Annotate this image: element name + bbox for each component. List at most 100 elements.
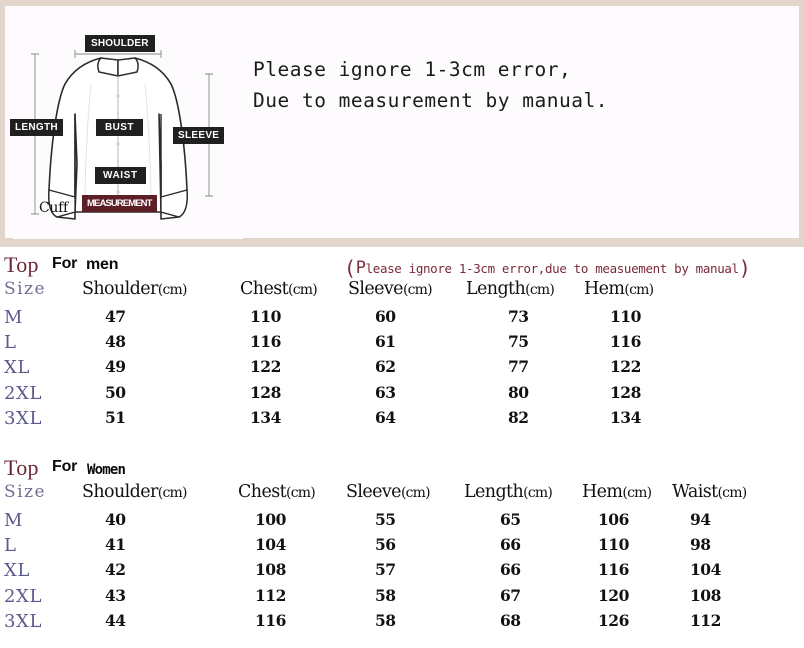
women-header-chest: Chest(cm)	[238, 482, 316, 502]
diagram-label-bust-text: BUST	[105, 122, 134, 133]
men-row-3-hem: 128	[610, 382, 641, 402]
men-row-1-length: 75	[508, 332, 529, 352]
diagram-label-length: LENGTH	[10, 119, 63, 136]
women-row-2-chest: 108	[255, 560, 286, 580]
men-header-size: Size	[4, 279, 47, 299]
women-row-2-size: XL	[4, 560, 30, 582]
men-row-0-hem: 110	[610, 307, 641, 326]
table-row: 3XL 44 116 58 68 126 112	[0, 611, 804, 636]
diagram-label-cuff: Cuff	[39, 200, 68, 216]
women-row-1-shoulder: 41	[105, 535, 126, 555]
diagram-label-measurement: MEASUREMENT	[82, 195, 157, 212]
men-row-1-shoulder: 48	[105, 332, 126, 352]
men-header-note: (Please ignore 1-3cm error,due to measue…	[344, 256, 751, 280]
diagram-label-length-text: LENGTH	[15, 122, 58, 133]
women-row-4-length: 68	[500, 610, 521, 630]
women-row-2-waist: 104	[690, 560, 721, 580]
diagram-label-cuff-text: Cuff	[39, 200, 68, 216]
men-column-headers: Size Shoulder(cm) Chest(cm) Sleeve(cm) L…	[0, 279, 804, 307]
men-header-shoulder: Shoulder(cm)	[82, 279, 187, 299]
diagram-label-waist-text: WAIST	[103, 170, 138, 181]
women-row-0-length: 65	[500, 510, 521, 529]
women-header-length-unit: (cm)	[523, 485, 553, 501]
women-row-1-length: 66	[500, 535, 521, 555]
note-open-paren: (	[344, 256, 356, 280]
men-row-4-hem: 134	[610, 407, 641, 427]
size-tables-area: Top For men (Please ignore 1-3cm error,d…	[0, 247, 804, 648]
men-row-2-sleeve: 62	[375, 357, 396, 377]
men-header-hem-label: Hem	[584, 279, 625, 299]
women-row-2-hem: 116	[598, 560, 629, 580]
women-row-4-chest: 116	[255, 610, 286, 630]
women-row-0-chest: 100	[255, 510, 286, 529]
women-row-1-sleeve: 56	[375, 535, 396, 555]
women-row-4-waist: 112	[690, 610, 721, 630]
men-row-2-length: 77	[508, 357, 529, 377]
men-header-chest-unit: (cm)	[288, 282, 318, 298]
men-row-1-chest: 116	[250, 332, 281, 352]
women-header-sleeve: Sleeve(cm)	[346, 482, 431, 502]
women-header-chest-unit: (cm)	[286, 485, 316, 501]
women-row-3-shoulder: 43	[105, 585, 126, 605]
men-header-length-unit: (cm)	[525, 282, 555, 298]
men-header-length-label: Length	[466, 279, 526, 299]
women-row-4-sleeve: 58	[375, 610, 396, 630]
women-header-hem-unit: (cm)	[622, 485, 652, 501]
women-header-chest-label: Chest	[238, 482, 287, 502]
women-row-1-size: L	[4, 535, 17, 557]
men-data-rows: M 47 110 60 73 110 L 48 116 61 75 116 XL…	[0, 307, 804, 433]
men-row-4-chest: 134	[250, 407, 281, 427]
table-row: 3XL 51 134 64 82 134	[0, 408, 804, 433]
notice-line-2: Due to measurement by manual.	[253, 89, 608, 112]
women-row-3-length: 67	[500, 585, 521, 605]
men-header-hem: Hem(cm)	[584, 279, 654, 299]
women-header-length: Length(cm)	[464, 482, 553, 502]
women-header-waist-unit: (cm)	[717, 485, 748, 501]
diagram-label-sleeve: SLEEVE	[173, 127, 225, 144]
note-close-paren: )	[738, 256, 751, 280]
women-column-headers: Size Shoulder(cm) Chest(cm) Sleeve(cm) L…	[0, 482, 804, 510]
men-row-2-shoulder: 49	[105, 357, 126, 377]
women-row-0-shoulder: 40	[105, 510, 126, 529]
women-row-0-sleeve: 55	[375, 510, 396, 529]
women-row-2-shoulder: 42	[105, 560, 126, 580]
women-row-0-waist: 94	[690, 510, 711, 529]
men-row-0-shoulder: 47	[105, 307, 126, 326]
size-table-men: Top For men (Please ignore 1-3cm error,d…	[0, 252, 804, 433]
women-row-4-size: 3XL	[4, 610, 43, 632]
women-header-sleeve-unit: (cm)	[400, 485, 431, 501]
diagram-label-shoulder-text: SHOULDER	[91, 38, 149, 49]
women-title-for: For	[52, 458, 78, 475]
women-header-sleeve-label: Sleeve	[346, 482, 402, 502]
table-row: M 47 110 60 73 110	[0, 307, 804, 332]
diagram-label-measurement-text: MEASUREMENT	[87, 198, 152, 209]
women-row-1-chest: 104	[255, 535, 286, 555]
women-header-shoulder: Shoulder(cm)	[82, 482, 187, 502]
men-row-0-size: M	[4, 307, 24, 328]
women-row-2-sleeve: 57	[375, 560, 396, 580]
men-row-4-shoulder: 51	[105, 407, 126, 427]
women-header-shoulder-label: Shoulder	[82, 482, 158, 502]
men-row-3-shoulder: 50	[105, 382, 126, 402]
size-table-women: Top For Women Size Shoulder(cm) Chest(cm…	[0, 455, 804, 636]
men-row-1-hem: 116	[610, 332, 641, 352]
women-header-size: Size	[4, 482, 47, 502]
men-title-for: For	[52, 255, 78, 272]
men-row-3-size: 2XL	[4, 382, 43, 404]
women-row-4-hem: 126	[598, 610, 629, 630]
men-header-sleeve-unit: (cm)	[402, 282, 433, 298]
women-row-3-sleeve: 58	[375, 585, 396, 605]
women-row-3-hem: 120	[598, 585, 629, 605]
men-row-2-hem: 122	[610, 357, 641, 377]
men-row-1-sleeve: 61	[375, 332, 396, 352]
notice-line-1: Please ignore 1-3cm error,	[253, 58, 572, 81]
women-row-1-waist: 98	[690, 535, 711, 555]
men-header-shoulder-unit: (cm)	[157, 282, 188, 298]
women-title-audience: Women	[87, 462, 126, 478]
men-row-4-length: 82	[508, 407, 529, 427]
men-row-0-chest: 110	[250, 307, 281, 326]
measurement-notice: Please ignore 1-3cm error, Due to measur…	[253, 54, 793, 116]
men-row-3-sleeve: 63	[375, 382, 396, 402]
women-header-waist-label: Waist	[672, 482, 718, 502]
men-row-1-size: L	[4, 332, 17, 354]
